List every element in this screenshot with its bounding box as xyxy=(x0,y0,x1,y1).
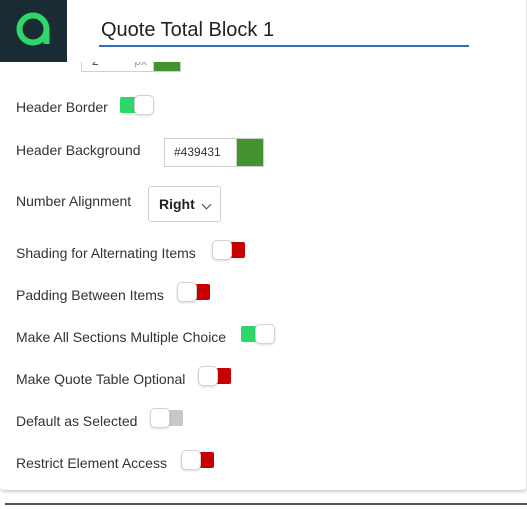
number-alignment-select[interactable]: Right xyxy=(148,186,221,222)
block-settings-panel: 2 px Header Border Header Background #43… xyxy=(0,0,527,491)
chevron-down-icon xyxy=(201,199,212,210)
header-border-label: Header Border xyxy=(16,99,108,115)
shading-alternating-label: Shading for Alternating Items xyxy=(16,245,196,261)
restrict-access-toggle[interactable] xyxy=(181,450,214,470)
shading-alternating-toggle[interactable] xyxy=(212,240,245,260)
restrict-access-label: Restrict Element Access xyxy=(16,455,167,471)
editor-header xyxy=(0,0,526,62)
number-alignment-value: Right xyxy=(159,196,195,212)
padding-between-toggle[interactable] xyxy=(177,282,210,302)
page-divider xyxy=(5,503,527,505)
sections-multiple-choice-label: Make All Sections Multiple Choice xyxy=(16,329,227,345)
quote-table-optional-label: Make Quote Table Optional xyxy=(16,371,186,387)
padding-between-label: Padding Between Items xyxy=(16,287,164,303)
app-logo[interactable] xyxy=(0,0,67,62)
header-border-toggle[interactable] xyxy=(120,95,154,115)
header-background-swatch[interactable] xyxy=(236,138,264,167)
quote-table-optional-toggle[interactable] xyxy=(198,366,231,386)
block-title-input[interactable] xyxy=(99,16,469,47)
logo-icon xyxy=(16,12,50,46)
header-background-label: Header Background xyxy=(16,142,141,158)
default-selected-label: Default as Selected xyxy=(16,413,138,429)
header-background-hex-input[interactable]: #439431 xyxy=(164,138,236,167)
header-background-picker: #439431 xyxy=(164,138,264,167)
sections-multiple-choice-toggle[interactable] xyxy=(241,324,275,344)
default-selected-toggle[interactable] xyxy=(150,408,183,428)
number-alignment-label: Number Alignment xyxy=(16,193,132,209)
